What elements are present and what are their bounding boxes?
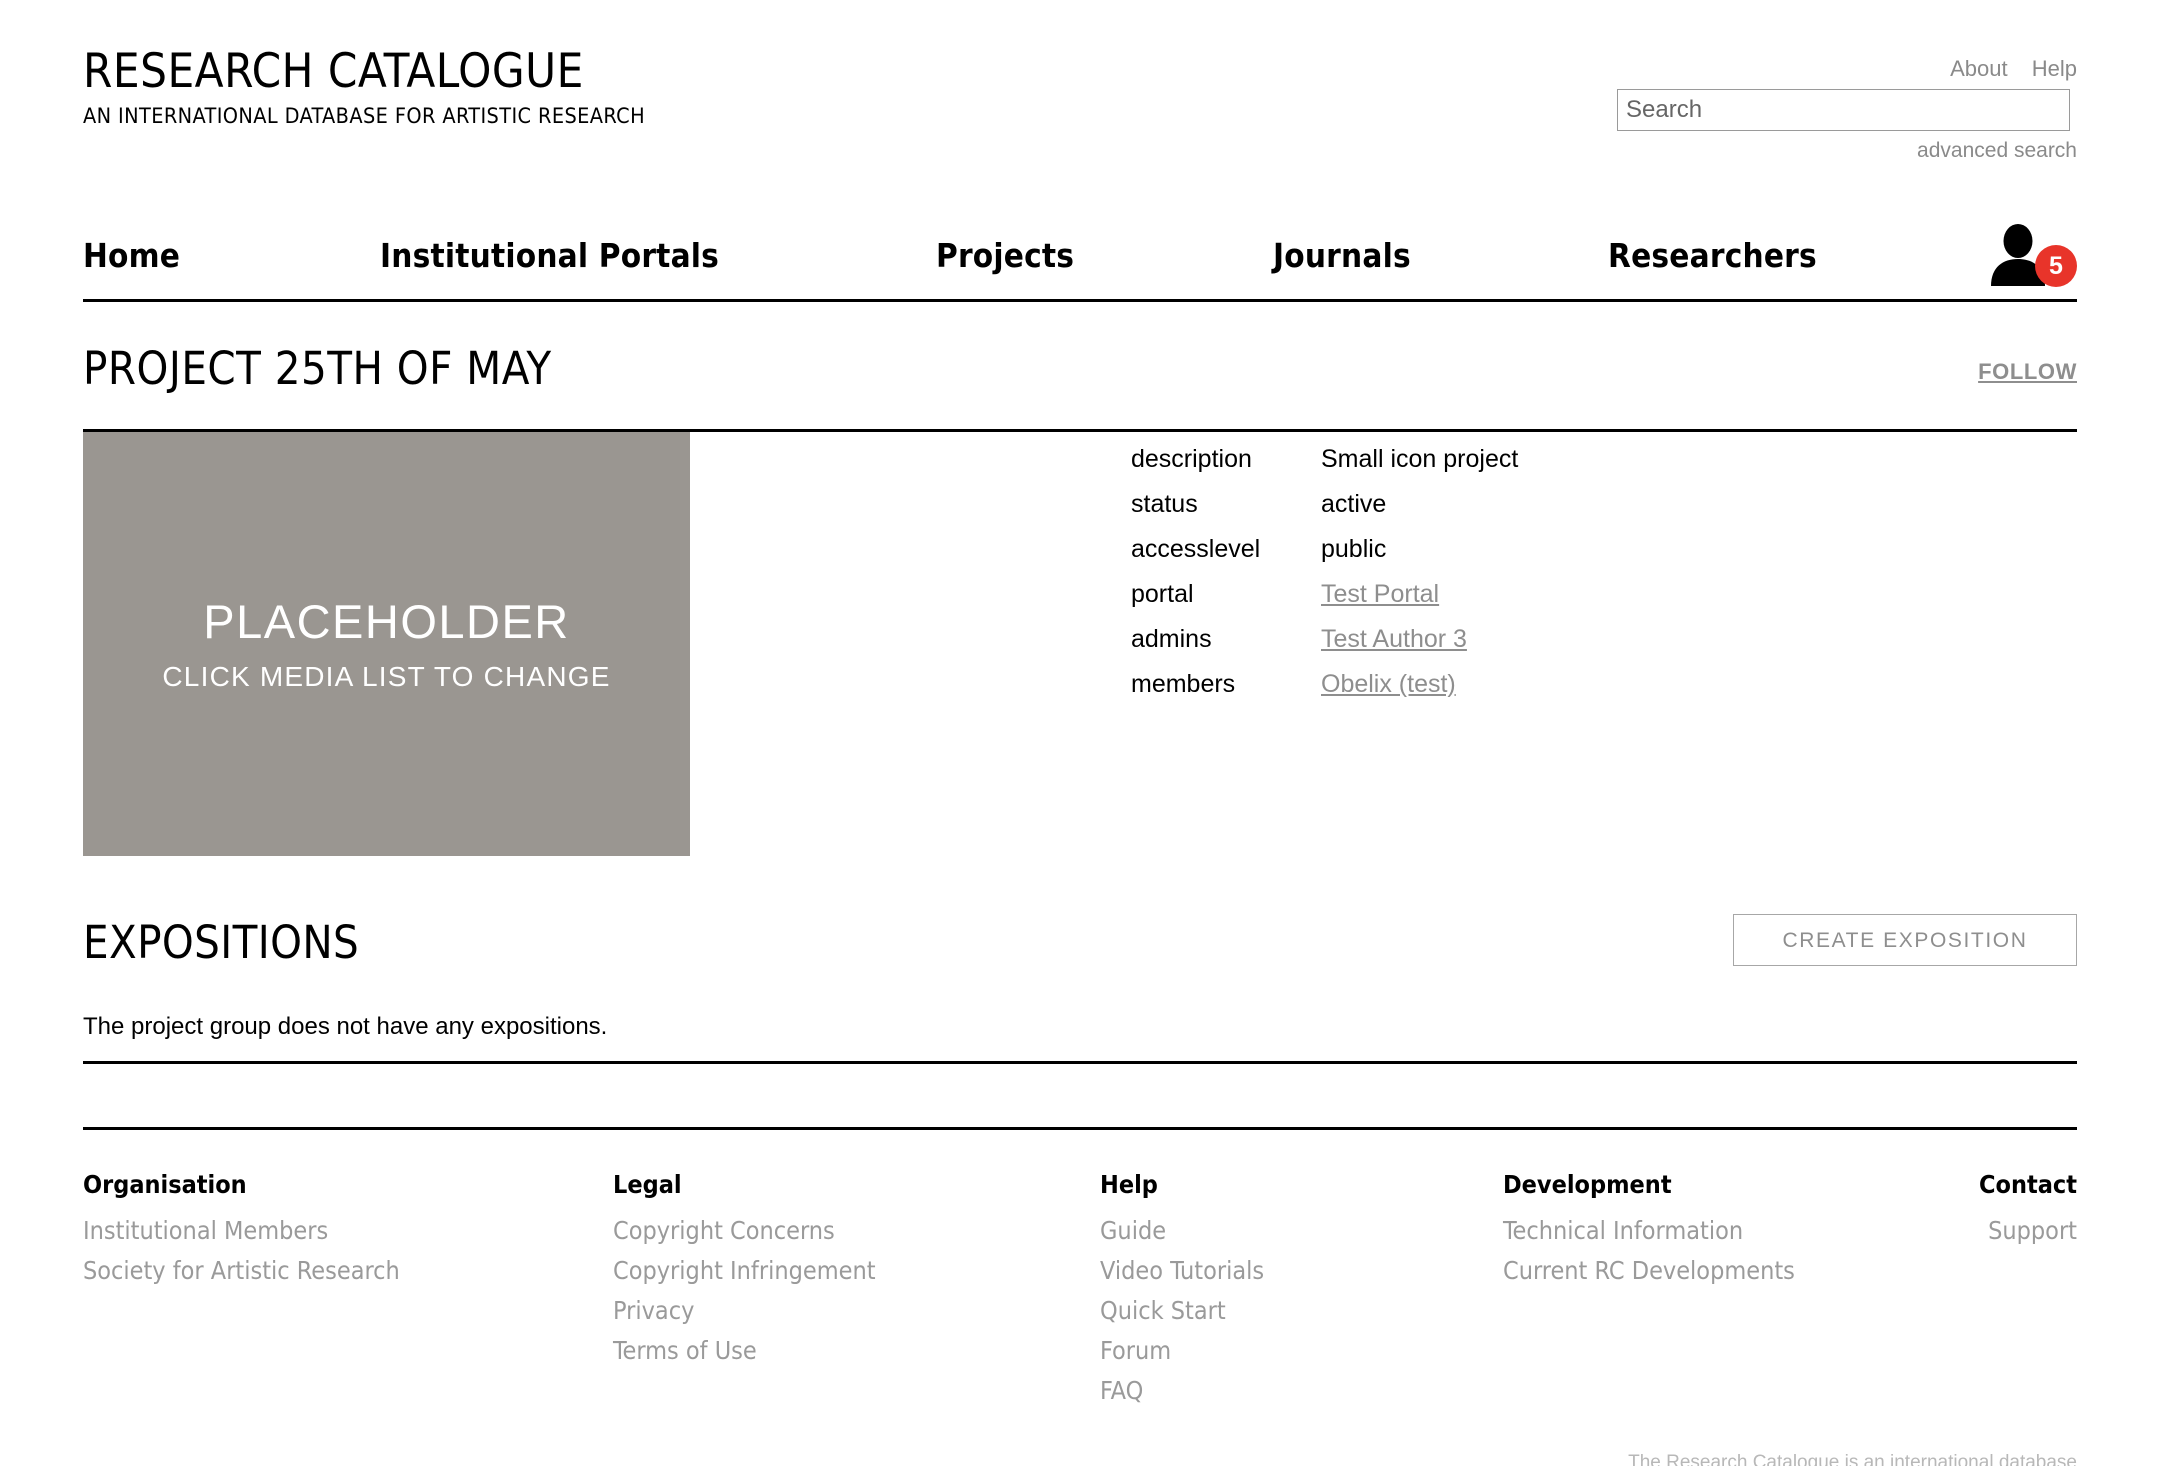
footer-divider — [83, 1127, 2077, 1130]
admin-link[interactable]: Test Author 3 — [1321, 625, 1467, 654]
brand-subtitle: AN INTERNATIONAL DATABASE FOR ARTISTIC R… — [83, 104, 646, 129]
member-link[interactable]: Obelix (test) — [1321, 670, 1456, 699]
footer-attribution: The Research Catalogue is an internation… — [1628, 1452, 2077, 1466]
nav-item-institutional-portals[interactable]: Institutional Portals — [380, 236, 719, 275]
footer-heading: Legal — [613, 1170, 682, 1199]
metadata-key: members — [1131, 670, 1236, 698]
footer-link-copyright-infringement[interactable]: Copyright Infringement — [613, 1251, 876, 1291]
metadata-row: members Obelix (test) — [1131, 670, 2031, 715]
footer-link-current-rc-developments[interactable]: Current RC Developments — [1503, 1251, 1795, 1291]
footer-link-institutional-members[interactable]: Institutional Members — [83, 1211, 400, 1251]
metadata-value: Small icon project — [1321, 445, 1519, 473]
footer-heading: Development — [1503, 1170, 1672, 1199]
site-header: RESEARCH CATALOGUE AN INTERNATIONAL DATA… — [83, 0, 2077, 232]
expositions-section: EXPOSITIONS CREATE EXPOSITION The projec… — [83, 910, 2077, 1064]
project-main: PLACEHOLDER CLICK MEDIA LIST TO CHANGE d… — [83, 432, 2077, 902]
brand: RESEARCH CATALOGUE AN INTERNATIONAL DATA… — [83, 48, 645, 129]
footer-link-video-tutorials[interactable]: Video Tutorials — [1100, 1251, 1264, 1291]
create-exposition-button[interactable]: CREATE EXPOSITION — [1733, 914, 2077, 966]
placeholder-subtext: CLICK MEDIA LIST TO CHANGE — [162, 660, 611, 692]
metadata-row: status active — [1131, 490, 2031, 535]
footer-column-legal: Legal Copyright Concerns Copyright Infri… — [613, 1170, 876, 1371]
nav-item-projects[interactable]: Projects — [936, 236, 1074, 275]
follow-button[interactable]: FOLLOW — [1978, 359, 2077, 385]
footer-link-quick-start[interactable]: Quick Start — [1100, 1291, 1264, 1331]
help-link[interactable]: Help — [2032, 56, 2077, 81]
footer-link-support[interactable]: Support — [1979, 1211, 2077, 1251]
search-input[interactable] — [1617, 89, 2070, 131]
footer-heading: Contact — [1979, 1170, 2077, 1199]
main-navigation: Home Institutional Portals Projects Jour… — [83, 218, 2077, 302]
project-image-placeholder[interactable]: PLACEHOLDER CLICK MEDIA LIST TO CHANGE — [83, 432, 690, 856]
notification-badge: 5 — [2035, 245, 2077, 287]
metadata-key: status — [1131, 490, 1198, 518]
footer-link-faq[interactable]: FAQ — [1100, 1371, 1264, 1411]
expositions-empty-message: The project group does not have any expo… — [83, 1013, 608, 1040]
portal-link[interactable]: Test Portal — [1321, 580, 1439, 609]
footer-link-technical-information[interactable]: Technical Information — [1503, 1211, 1795, 1251]
about-link[interactable]: About — [1950, 56, 2008, 81]
footer-link-privacy[interactable]: Privacy — [613, 1291, 876, 1331]
footer-link-guide[interactable]: Guide — [1100, 1211, 1264, 1251]
placeholder-headline: PLACEHOLDER — [203, 594, 570, 648]
footer-link-terms-of-use[interactable]: Terms of Use — [613, 1331, 876, 1371]
header-utilities: About Help advanced search — [1617, 58, 2077, 163]
metadata-value: public — [1321, 535, 1387, 563]
page-title: PROJECT 25TH OF MAY — [83, 342, 552, 395]
metadata-row: portal Test Portal — [1131, 580, 2031, 625]
footer-column-organisation: Organisation Institutional Members Socie… — [83, 1170, 400, 1291]
page-root: RESEARCH CATALOGUE AN INTERNATIONAL DATA… — [0, 0, 2160, 1466]
user-account-button[interactable]: 5 — [1985, 224, 2077, 287]
metadata-key: portal — [1131, 580, 1194, 608]
nav-item-researchers[interactable]: Researchers — [1608, 236, 1817, 275]
metadata-key: description — [1131, 445, 1252, 473]
metadata-row: description Small icon project — [1131, 445, 2031, 490]
metadata-row: admins Test Author 3 — [1131, 625, 2031, 670]
metadata-key: admins — [1131, 625, 1212, 653]
footer-column-help: Help Guide Video Tutorials Quick Start F… — [1100, 1170, 1264, 1411]
nav-item-journals[interactable]: Journals — [1273, 236, 1411, 275]
metadata-key: accesslevel — [1131, 535, 1261, 563]
footer-heading: Organisation — [83, 1170, 247, 1199]
site-footer: Organisation Institutional Members Socie… — [83, 1170, 2077, 1420]
project-header: PROJECT 25TH OF MAY FOLLOW — [83, 342, 2077, 432]
brand-title: RESEARCH CATALOGUE — [83, 44, 584, 99]
footer-link-forum[interactable]: Forum — [1100, 1331, 1264, 1371]
footer-link-copyright-concerns[interactable]: Copyright Concerns — [613, 1211, 876, 1251]
metadata-row: accesslevel public — [1131, 535, 2031, 580]
footer-column-contact: Contact Support — [1979, 1170, 2077, 1251]
nav-item-home[interactable]: Home — [83, 236, 180, 275]
metadata-value: active — [1321, 490, 1387, 518]
top-links: About Help — [1617, 58, 2077, 80]
footer-link-society-for-artistic-research[interactable]: Society for Artistic Research — [83, 1251, 400, 1291]
footer-column-development: Development Technical Information Curren… — [1503, 1170, 1795, 1291]
advanced-search-link[interactable]: advanced search — [1617, 139, 2077, 163]
footer-heading: Help — [1100, 1170, 1158, 1199]
project-metadata: description Small icon project status ac… — [1131, 445, 2031, 715]
